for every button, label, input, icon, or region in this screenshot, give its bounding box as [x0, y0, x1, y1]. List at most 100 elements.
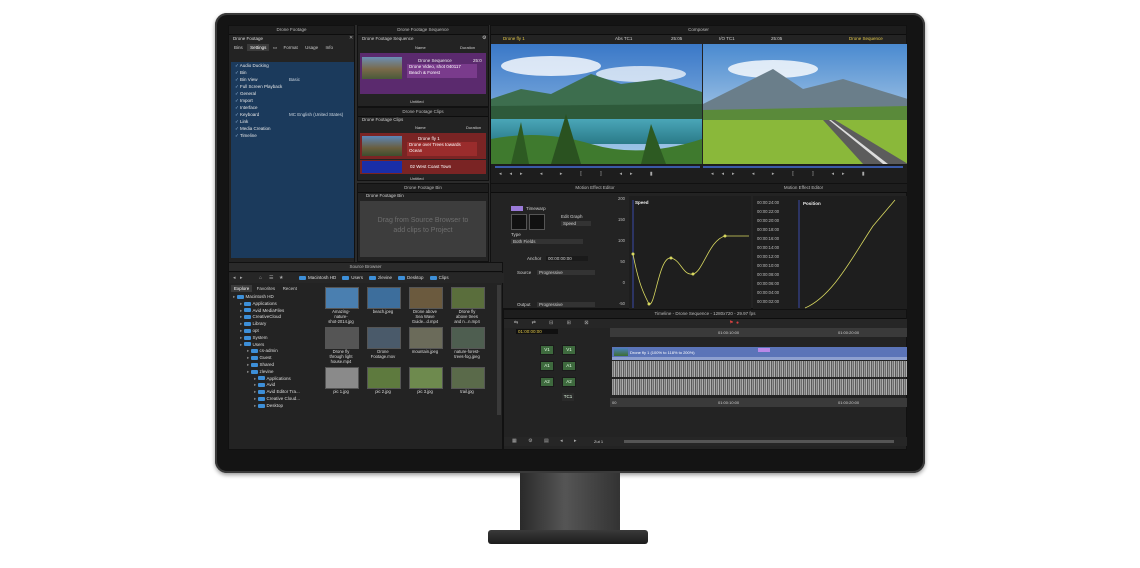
tab-favorites[interactable]: Favorites — [254, 285, 279, 292]
audio-waveform-a1[interactable] — [612, 361, 907, 377]
settings-item[interactable]: ✓ Media Creation — [231, 125, 354, 132]
tree-item[interactable]: ▸ Avid Editor Tra... — [233, 389, 318, 396]
disclosure-triangle-icon[interactable]: ▸ — [254, 403, 258, 408]
thumbnail-image[interactable] — [451, 367, 485, 389]
track-selector-a2[interactable]: A2 — [562, 377, 576, 387]
disclosure-triangle-icon[interactable]: ▸ — [254, 396, 258, 401]
clips-bin-tab[interactable]: Drone Footage Clips — [362, 117, 403, 122]
edit-graph-select[interactable]: Speed — [561, 221, 591, 226]
tab-usage[interactable]: Usage — [302, 44, 321, 51]
thumbnail-image[interactable] — [451, 287, 485, 309]
thumbnail-image[interactable] — [367, 287, 401, 309]
thumbnail-image[interactable] — [409, 287, 443, 309]
output-select[interactable]: Progressive — [537, 302, 595, 307]
disclosure-triangle-icon[interactable]: ▸ — [247, 355, 251, 360]
tree-item[interactable]: ▸ Guest — [233, 355, 318, 362]
source-select[interactable]: Progressive — [537, 270, 595, 275]
breadcrumb-segment[interactable]: Macintosh HD — [299, 275, 336, 280]
position-graph[interactable]: Position 00:00:24:00 00:00:22:00 00:00:20:… — [753, 196, 907, 310]
type-select[interactable]: Both Fields — [511, 239, 583, 244]
tab-settings[interactable]: Settings — [247, 44, 270, 51]
settings-gear-icon[interactable]: ⚙ — [482, 35, 486, 41]
thumbnail-image[interactable] — [367, 367, 401, 389]
tree-item[interactable]: ▸ opt — [233, 328, 318, 335]
breadcrumb-segment[interactable]: Desktop — [398, 275, 424, 280]
settings-item[interactable]: ✓ Link — [231, 118, 354, 125]
tree-item[interactable]: ▸ Avid MediaFiles — [233, 308, 318, 315]
source-transport-buttons[interactable]: ◂◂▸ ◂ ▸ ⟦ ⟧ ◂▸ ▮ — [499, 171, 661, 177]
disclosure-triangle-icon[interactable]: ▸ — [254, 376, 258, 381]
sequence-bin-tab[interactable]: Drone Footage Sequence — [362, 36, 414, 41]
tree-item[interactable]: ▸ Macintosh HD — [233, 294, 318, 301]
track-selector-v1[interactable]: V1 — [540, 345, 554, 355]
source-position-bar[interactable] — [495, 166, 700, 168]
settings-item[interactable]: ✓ General — [231, 90, 354, 97]
tree-item[interactable]: ▸ Library — [233, 321, 318, 328]
tree-item[interactable]: ▸ CreativeCloud — [233, 314, 318, 321]
tree-item[interactable]: ▸ Desktop — [233, 403, 318, 410]
favorite-star-icon[interactable]: ★ — [279, 275, 283, 281]
settings-item[interactable]: ✓ Bin — [231, 69, 354, 76]
record-position-bar[interactable] — [703, 166, 903, 168]
disclosure-triangle-icon[interactable]: ▸ — [254, 389, 258, 394]
disclosure-triangle-icon[interactable]: ▸ — [240, 335, 244, 340]
tree-item[interactable]: ▸ Applications — [233, 376, 318, 383]
trim-red-icon[interactable]: ⚑ — [729, 320, 733, 326]
thumbnail-image[interactable] — [409, 327, 443, 349]
disclosure-triangle-icon[interactable]: ▸ — [240, 321, 244, 326]
track-selector-tc1[interactable]: TC1 — [562, 393, 574, 401]
tree-item[interactable]: ▸ System — [233, 335, 318, 342]
disclosure-triangle-icon[interactable]: ▸ — [254, 382, 258, 387]
tree-item[interactable]: ▸ Shared — [233, 362, 318, 369]
record-clip-name[interactable]: Drone Sequence — [849, 36, 883, 41]
record-monitor-frame[interactable] — [703, 44, 907, 164]
tab-bins[interactable]: Bins — [231, 44, 246, 51]
track-selector-a2[interactable]: A2 — [540, 377, 554, 387]
thumbnail-image[interactable] — [325, 327, 359, 349]
settings-item[interactable]: ✓ Timeline — [231, 132, 354, 139]
source-monitor-frame[interactable] — [491, 44, 702, 164]
timeline-scrollbar[interactable] — [624, 440, 894, 443]
timeline-timecode[interactable]: 01:00:00:00 — [516, 329, 558, 334]
tree-item[interactable]: ▸ Creative Cloud... — [233, 396, 318, 403]
close-icon[interactable]: ✕ — [349, 35, 353, 41]
back-icon[interactable]: ◂ — [233, 275, 236, 281]
thumbnail-image[interactable] — [325, 287, 359, 309]
tree-item[interactable]: ▸ Applications — [233, 301, 318, 308]
record-icon[interactable]: ● — [736, 320, 739, 326]
anchor-field[interactable]: 00:00:00:00 — [546, 256, 588, 261]
track-selector-v1[interactable]: V1 — [562, 345, 576, 355]
settings-item[interactable]: ✓ Keyboard MC English (United States) — [231, 111, 354, 118]
thumbnail-image[interactable] — [409, 367, 443, 389]
breadcrumb-segment[interactable]: Users — [342, 275, 363, 280]
settings-item[interactable]: ✓ Bin View Basic — [231, 76, 354, 83]
settings-item[interactable]: ✓ Full Screen Playback — [231, 83, 354, 90]
clip-row-2[interactable]: 02 West Coast Town — [360, 160, 486, 174]
clip-row-1[interactable]: Drone fly 1 Drone over Trees towards Oce… — [360, 133, 486, 159]
settings-item[interactable]: ✓ Audio Ducking — [231, 62, 354, 69]
tree-item[interactable]: ▸ Users — [233, 342, 318, 349]
disclosure-triangle-icon[interactable]: ▸ — [233, 294, 237, 299]
disclosure-triangle-icon[interactable]: ▸ — [247, 348, 251, 353]
track-selector-a1[interactable]: A1 — [540, 361, 554, 371]
disclosure-triangle-icon[interactable]: ▸ — [240, 314, 244, 319]
breadcrumb-segment[interactable]: Clips — [429, 275, 449, 280]
disclosure-triangle-icon[interactable]: ▸ — [247, 362, 251, 367]
disclosure-triangle-icon[interactable]: ▸ — [240, 328, 244, 333]
thumbnail-image[interactable] — [367, 327, 401, 349]
sequence-row[interactable]: Drone Sequence 25:0 Drone Video, shot 04… — [360, 53, 486, 94]
settings-item[interactable]: ✓ Interface — [231, 104, 354, 111]
tab-explore[interactable]: Explore — [231, 285, 253, 292]
breadcrumb-segment[interactable]: zlevine — [369, 275, 392, 280]
track-selector-a1[interactable]: A1 — [562, 361, 576, 371]
timeline-ruler-top[interactable]: 01:00:10:00 01:00:20:00 — [610, 328, 907, 337]
tree-item[interactable]: ▸ Avid — [233, 382, 318, 389]
home-icon[interactable]: ⌂ — [259, 275, 262, 281]
tab-recent[interactable]: Recent — [280, 285, 300, 292]
thumbnail-image[interactable] — [451, 327, 485, 349]
tree-item[interactable]: ▸ zlevine — [233, 369, 318, 376]
audio-waveform-a2[interactable] — [612, 379, 907, 395]
forward-icon[interactable]: ▸ — [240, 275, 243, 281]
record-transport-buttons[interactable]: ◂◂▸ ◂ ▸ ⟦ ⟧ ◂▸ ▮ — [711, 171, 873, 177]
video-clip[interactable]: Drone fly 1 (100% to 118% to 200%) — [612, 347, 907, 357]
